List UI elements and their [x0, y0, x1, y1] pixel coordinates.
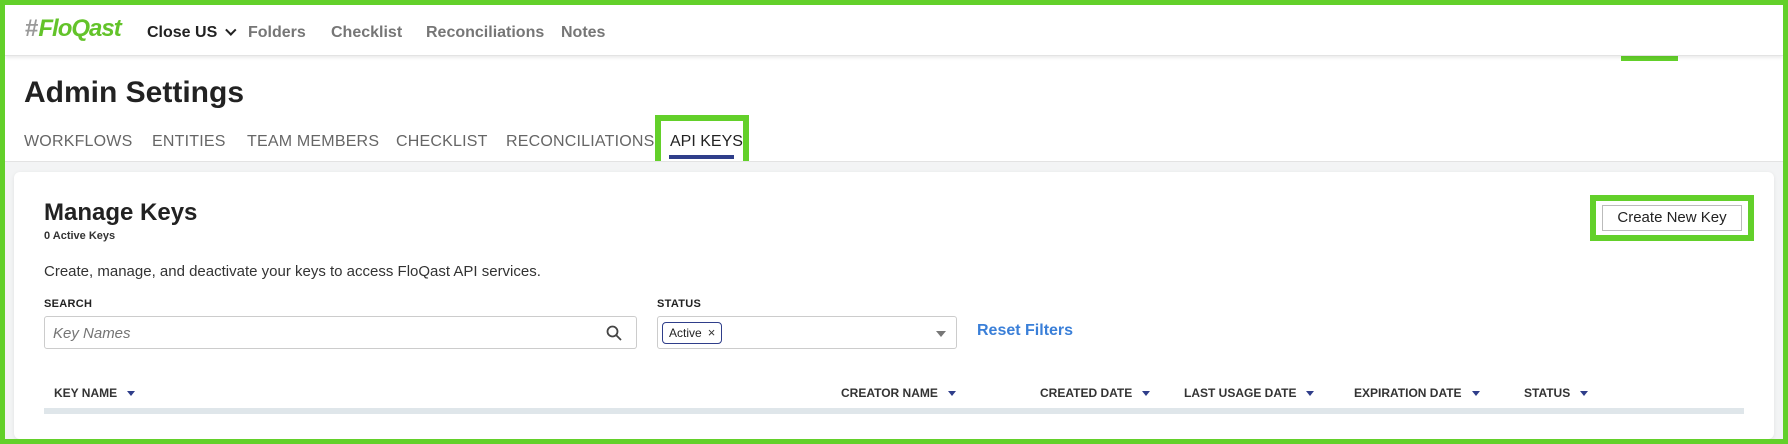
chevron-down-icon[interactable]: [936, 331, 946, 337]
nav-reconciliations[interactable]: Reconciliations: [426, 24, 544, 42]
nav-notes[interactable]: Notes: [561, 24, 605, 42]
search-label: SEARCH: [44, 298, 93, 310]
floqast-logo[interactable]: #FloQast: [25, 15, 122, 43]
tab-api-keys[interactable]: API KEYS: [670, 133, 743, 151]
sort-caret-icon: [1142, 391, 1151, 397]
sort-caret-icon: [947, 391, 956, 397]
create-new-key-button[interactable]: Create New Key: [1602, 205, 1742, 231]
table-header-divider: [44, 408, 1744, 414]
page-title: Admin Settings: [24, 76, 245, 109]
tab-workflows[interactable]: WORKFLOWS: [24, 133, 132, 151]
sort-caret-icon: [1471, 391, 1480, 397]
sort-caret-icon: [1306, 391, 1315, 397]
status-chip-active[interactable]: Active ×: [662, 322, 723, 344]
reset-filters-link[interactable]: Reset Filters: [977, 322, 1073, 340]
tab-reconciliations[interactable]: RECONCILIATIONS: [506, 133, 655, 151]
sort-caret-icon: [1580, 391, 1589, 397]
tab-entities[interactable]: ENTITIES: [152, 133, 226, 151]
search-icon[interactable]: [605, 324, 623, 342]
card-title: Manage Keys: [44, 199, 198, 226]
search-input[interactable]: [53, 323, 593, 343]
nav-folders[interactable]: Folders: [248, 24, 306, 42]
close-icon[interactable]: ×: [708, 325, 716, 340]
column-header-last-usage-date[interactable]: LAST USAGE DATE: [1184, 386, 1315, 400]
tab-team-members[interactable]: TEAM MEMBERS: [247, 133, 379, 151]
active-keys-count: 0 Active Keys: [44, 230, 116, 242]
sort-caret-icon: [127, 391, 136, 397]
workspace-dropdown[interactable]: Close US: [147, 24, 237, 42]
chevron-down-icon: [225, 24, 237, 36]
nav-checklist[interactable]: Checklist: [331, 24, 402, 42]
column-header-creator-name[interactable]: CREATOR NAME: [841, 386, 956, 400]
card-description: Create, manage, and deactivate your keys…: [44, 263, 541, 280]
active-tab-underline: [669, 155, 734, 159]
top-nav: #FloQast Close US Folders Checklist Reco…: [5, 5, 1783, 56]
status-label: STATUS: [657, 298, 702, 310]
column-header-key-name[interactable]: KEY NAME: [54, 386, 136, 400]
status-chip-label: Active: [669, 326, 702, 340]
column-header-status[interactable]: STATUS: [1524, 386, 1589, 400]
search-field[interactable]: [44, 316, 637, 349]
tab-checklist[interactable]: CHECKLIST: [396, 133, 488, 151]
column-header-expiration-date[interactable]: EXPIRATION DATE: [1354, 386, 1480, 400]
status-select[interactable]: Active ×: [657, 316, 957, 349]
column-header-created-date[interactable]: CREATED DATE: [1040, 386, 1151, 400]
